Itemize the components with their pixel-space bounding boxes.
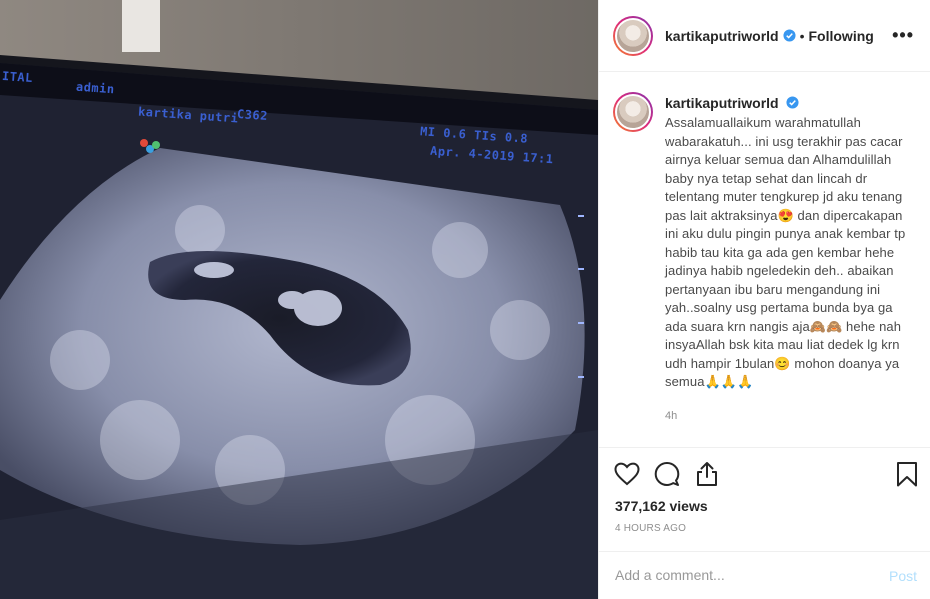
comment-input[interactable] xyxy=(615,567,855,583)
avatar[interactable] xyxy=(613,15,653,56)
caption-body: kartikaputriworld Assalamuallaikum warah… xyxy=(665,92,913,422)
separator-dot: • xyxy=(799,27,805,44)
bookmark-icon[interactable] xyxy=(893,460,921,488)
post-image[interactable]: ITAL admin kartika putri C362 MI 0.6 TIs… xyxy=(0,0,598,599)
view-count[interactable]: 377,162 views xyxy=(615,498,708,514)
header-username[interactable]: kartikaputriworld xyxy=(665,28,779,44)
caption-username-row: kartikaputriworld xyxy=(665,92,913,114)
screen-label-user: admin xyxy=(75,79,116,97)
screen-label-mode: ITAL xyxy=(1,68,34,86)
post-actions: 377,162 views 4 HOURS AGO Post xyxy=(599,447,930,597)
action-icons xyxy=(613,460,919,490)
screen-label-code: C362 xyxy=(236,106,269,124)
post-header: kartikaputriworld • Following ••• xyxy=(599,0,930,72)
verified-badge-icon xyxy=(783,29,796,42)
post-time-ago[interactable]: 4 HOURS AGO xyxy=(615,523,686,534)
caption: kartikaputriworld Assalamuallaikum warah… xyxy=(613,92,913,422)
more-options-icon[interactable]: ••• xyxy=(892,25,914,46)
share-icon[interactable] xyxy=(693,460,721,488)
following-button[interactable]: Following xyxy=(809,28,874,44)
post-comment-button[interactable]: Post xyxy=(889,568,917,584)
post-side-panel: kartikaputriworld • Following ••• kartik… xyxy=(598,0,930,599)
caption-username[interactable]: kartikaputriworld xyxy=(665,95,779,111)
heart-icon[interactable] xyxy=(613,460,641,488)
caption-timestamp[interactable]: 4h xyxy=(665,410,913,422)
comment-bar: Post xyxy=(599,551,930,599)
caption-avatar[interactable] xyxy=(613,92,653,132)
comment-icon[interactable] xyxy=(653,460,681,488)
caption-text: Assalamuallaikum warahmatullah wabarakat… xyxy=(665,115,906,389)
instagram-post: ITAL admin kartika putri C362 MI 0.6 TIs… xyxy=(0,0,930,599)
verified-badge-icon xyxy=(786,96,800,109)
